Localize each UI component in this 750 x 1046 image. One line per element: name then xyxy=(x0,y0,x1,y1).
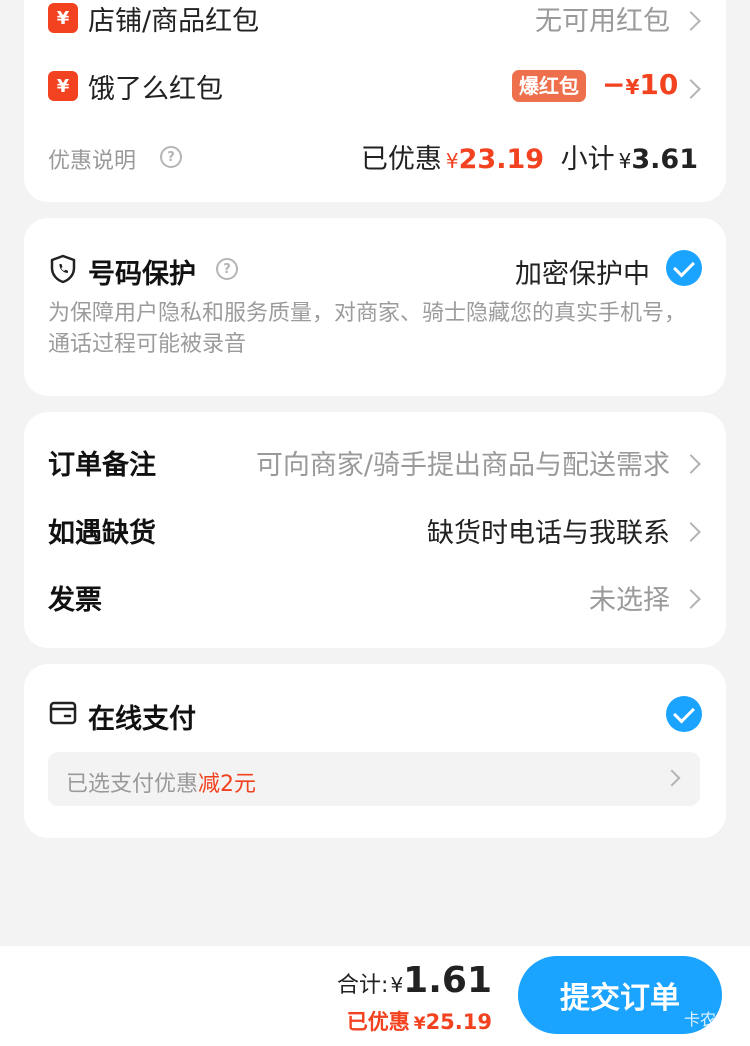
eleme-redpacket-badge: 爆红包 xyxy=(512,70,586,102)
saved-label: 已优惠 xyxy=(360,144,442,175)
discount-info-label: 优惠说明 xyxy=(48,149,137,174)
wallet-icon xyxy=(49,701,77,725)
chevron-right-icon xyxy=(681,522,701,542)
question-mark-icon[interactable]: ? xyxy=(216,258,238,280)
order-options-card: 订单备注 可向商家/骑手提出商品与配送需求 如遇缺货 缺货时电话与我联系 发票 … xyxy=(24,412,726,648)
chevron-right-icon xyxy=(663,769,681,787)
eleme-redpacket-label: 饿了么红包 xyxy=(88,74,223,105)
shop-item-redpacket-value: 无可用红包 xyxy=(535,6,670,37)
payment-promo-bar[interactable]: 已选支付优惠减2元 xyxy=(48,752,700,806)
chevron-right-icon xyxy=(681,589,701,609)
chevron-right-icon xyxy=(681,79,701,99)
shop-item-redpacket-label: 店铺/商品红包 xyxy=(88,6,260,37)
privacy-card: 号码保护 ? 加密保护中 为保障用户隐私和服务质量，对商家、骑士隐藏您的真实手机… xyxy=(24,218,726,396)
privacy-description: 为保障用户隐私和服务质量，对商家、骑士隐藏您的真实手机号，通话过程可能被录音 xyxy=(48,301,687,357)
payment-title: 在线支付 xyxy=(88,704,196,735)
privacy-title: 号码保护 xyxy=(88,259,196,290)
eleme-redpacket-value: −¥10 xyxy=(602,68,679,101)
total-amount: 1.61 xyxy=(403,960,492,1001)
watermark-text: 卡农社区 xyxy=(683,1010,748,1029)
order-note-value: 可向商家/骑手提出商品与配送需求 xyxy=(255,450,670,481)
subtotal-label: 小计 xyxy=(560,144,615,175)
check-circle-icon[interactable] xyxy=(666,696,702,732)
bottom-checkout-bar: 合计: ¥1.61 已优惠 ¥25.19 提交订单 xyxy=(0,946,750,1046)
check-circle-icon[interactable] xyxy=(666,250,702,286)
saved-summary: 已优惠 ¥23.19 小计 ¥3.61 xyxy=(360,144,698,175)
subtotal-amount: 3.61 xyxy=(631,144,698,175)
payment-card: 在线支付 已选支付优惠减2元 xyxy=(24,664,726,838)
privacy-status: 加密保护中 xyxy=(515,259,650,290)
footer-saved-amount: 25.19 xyxy=(425,1010,492,1034)
yen-icon: ¥ xyxy=(48,3,78,33)
total-summary: 合计: ¥1.61 xyxy=(337,960,492,1001)
discount-card: ¥ 店铺/商品红包 无可用红包 ¥ 饿了么红包 爆红包 −¥10 优惠说明 ? … xyxy=(24,0,726,202)
chevron-right-icon xyxy=(681,11,701,31)
invoice-value: 未选择 xyxy=(589,585,670,616)
out-of-stock-value: 缺货时电话与我联系 xyxy=(427,518,670,549)
invoice-label: 发票 xyxy=(48,585,102,616)
yen-icon: ¥ xyxy=(48,71,78,101)
saved-amount: 23.19 xyxy=(458,144,545,175)
shield-phone-icon xyxy=(50,254,76,284)
order-note-label: 订单备注 xyxy=(48,450,156,481)
total-label: 合计: xyxy=(337,973,389,998)
footer-saved-summary: 已优惠 ¥25.19 xyxy=(346,1010,492,1034)
chevron-right-icon xyxy=(681,454,701,474)
payment-promo-text: 已选支付优惠减2元 xyxy=(66,772,257,797)
out-of-stock-label: 如遇缺货 xyxy=(48,518,156,549)
question-mark-icon[interactable]: ? xyxy=(160,146,182,168)
